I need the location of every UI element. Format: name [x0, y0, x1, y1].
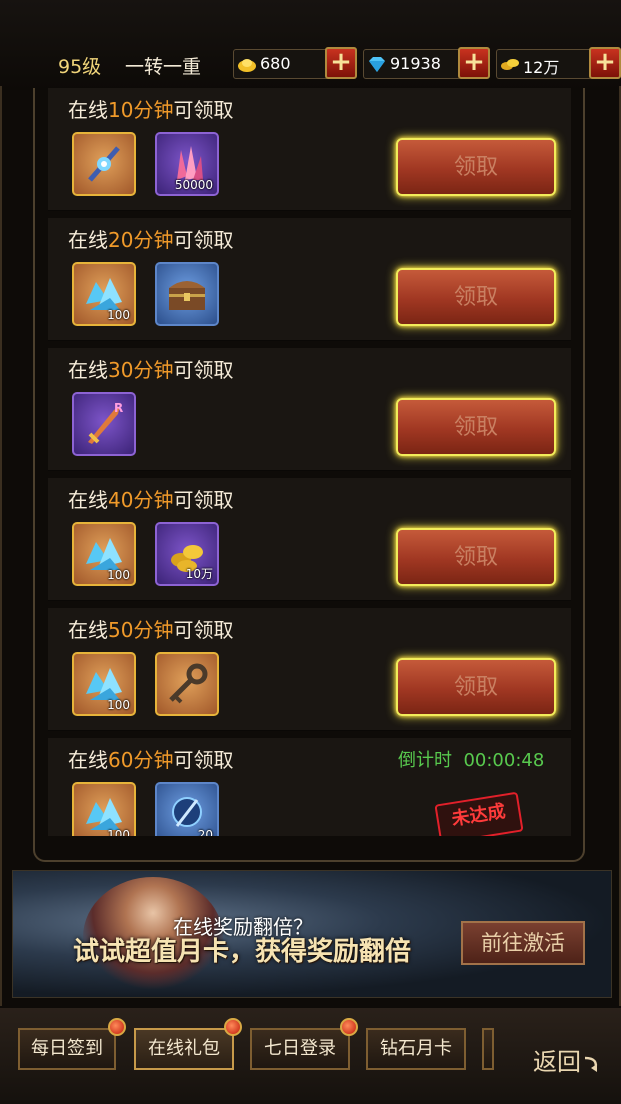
claim-button[interactable]: 领取 — [396, 658, 556, 716]
reward-item[interactable] — [72, 132, 136, 196]
reward-qty: 100 — [107, 698, 130, 712]
notification-dot — [108, 1018, 126, 1036]
player-level: 95级 — [58, 56, 102, 78]
coins-icon — [501, 59, 519, 70]
reward-title: 在线30分钟可领取 — [68, 358, 234, 382]
tab-online-gift[interactable]: 在线礼包 — [134, 1028, 234, 1070]
reward-title: 在线10分钟可领取 — [68, 98, 234, 122]
coins-value: 12万 — [523, 58, 560, 77]
sword-icon: R — [88, 401, 123, 444]
reward-item[interactable]: 100 — [72, 652, 136, 716]
diamond-counter: 91938 — [363, 49, 461, 79]
claim-button[interactable]: 领取 — [396, 528, 556, 586]
reward-row-50min: 在线50分钟可领取 100 领取 — [48, 608, 571, 731]
claim-button[interactable]: 领取 — [396, 268, 556, 326]
diamond-value: 91938 — [390, 54, 441, 73]
reward-time: 60分钟 — [108, 748, 174, 772]
reward-item[interactable]: 100 — [72, 782, 136, 836]
reward-item[interactable]: 50000 — [155, 132, 219, 196]
bottom-tab-bar: 每日签到 在线礼包 七日登录 钻石月卡 返回 — [0, 1008, 621, 1104]
reward-item[interactable]: R — [72, 392, 136, 456]
online-reward-list[interactable]: 在线10分钟可领取 50000 领取 在线20分钟可领取 100 领取 在线30… — [48, 88, 571, 836]
tab-daily-checkin[interactable]: 每日签到 — [18, 1028, 116, 1070]
reward-qty: 10万 — [185, 567, 213, 581]
jeweled-staff-icon — [88, 146, 120, 182]
reward-qty: 20 — [197, 828, 213, 836]
coins-counter: 12万 — [496, 49, 592, 79]
reward-item[interactable]: 20 — [155, 782, 219, 836]
reward-title: 在线50分钟可领取 — [68, 618, 234, 642]
notification-dot — [340, 1018, 358, 1036]
reward-item[interactable]: 10万 — [155, 522, 219, 586]
reward-time: 40分钟 — [108, 488, 174, 512]
back-button[interactable]: 返回 — [533, 1042, 601, 1077]
gold-ingot-value: 680 — [260, 54, 291, 73]
countdown-timer: 倒计时 00:00:48 — [398, 750, 545, 771]
reward-qty: 100 — [107, 828, 130, 836]
reward-qty: 50000 — [174, 178, 213, 192]
not-achieved-stamp: 未达成 — [434, 791, 524, 836]
claim-button[interactable]: 领取 — [396, 138, 556, 196]
tab-diamond-monthly-card[interactable]: 钻石月卡 — [366, 1028, 466, 1070]
reward-row-60min: 在线60分钟可领取 倒计时 00:00:48 100 20 未达成 — [48, 738, 571, 836]
reward-qty: 100 — [107, 568, 130, 582]
player-rank: 一转一重 — [125, 56, 202, 78]
add-diamond-button[interactable]: + — [458, 47, 490, 79]
top-status-bar: 95级 一转一重 680 + 91938 + 12万 + — [0, 44, 621, 86]
reward-time: 50分钟 — [108, 618, 174, 642]
activate-button[interactable]: 前往激活 — [461, 921, 585, 965]
reward-title: 在线20分钟可领取 — [68, 228, 234, 252]
reward-item[interactable] — [155, 652, 219, 716]
reward-title: 在线40分钟可领取 — [68, 488, 234, 512]
reward-qty: 100 — [107, 308, 130, 322]
reward-title: 在线60分钟可领取 — [68, 748, 234, 772]
monthly-card-banner[interactable]: 在线奖励翻倍？ 试试超值月卡，获得奖励翻倍 前往激活 — [12, 870, 612, 998]
reward-item[interactable]: 100 — [72, 262, 136, 326]
claim-button[interactable]: 领取 — [396, 398, 556, 456]
reward-item[interactable] — [155, 262, 219, 326]
add-gold-ingot-button[interactable]: + — [325, 47, 357, 79]
reward-item[interactable]: 100 — [72, 522, 136, 586]
notification-dot — [224, 1018, 242, 1036]
banner-slogan: 试试超值月卡，获得奖励翻倍 — [73, 937, 412, 967]
reward-row-30min: 在线30分钟可领取 R 领取 — [48, 348, 571, 471]
back-arrow-icon — [584, 1056, 598, 1072]
tab-seven-day-login[interactable]: 七日登录 — [250, 1028, 350, 1070]
rarity-badge: R — [114, 401, 123, 415]
add-coins-button[interactable]: + — [589, 47, 621, 79]
reward-row-10min: 在线10分钟可领取 50000 领取 — [48, 88, 571, 211]
treasure-chest-icon — [169, 281, 205, 310]
reward-time: 30分钟 — [108, 358, 174, 382]
reward-row-40min: 在线40分钟可领取 100 10万 领取 — [48, 478, 571, 601]
reward-time: 10分钟 — [108, 98, 174, 122]
reward-row-20min: 在线20分钟可领取 100 领取 — [48, 218, 571, 341]
key-icon — [169, 663, 208, 704]
diamond-icon — [369, 57, 385, 72]
reward-time: 20分钟 — [108, 228, 174, 252]
gold-ingot-counter: 680 — [233, 49, 329, 79]
tab-overflow-edge[interactable] — [482, 1028, 494, 1070]
gold-ingot-icon — [238, 59, 256, 72]
